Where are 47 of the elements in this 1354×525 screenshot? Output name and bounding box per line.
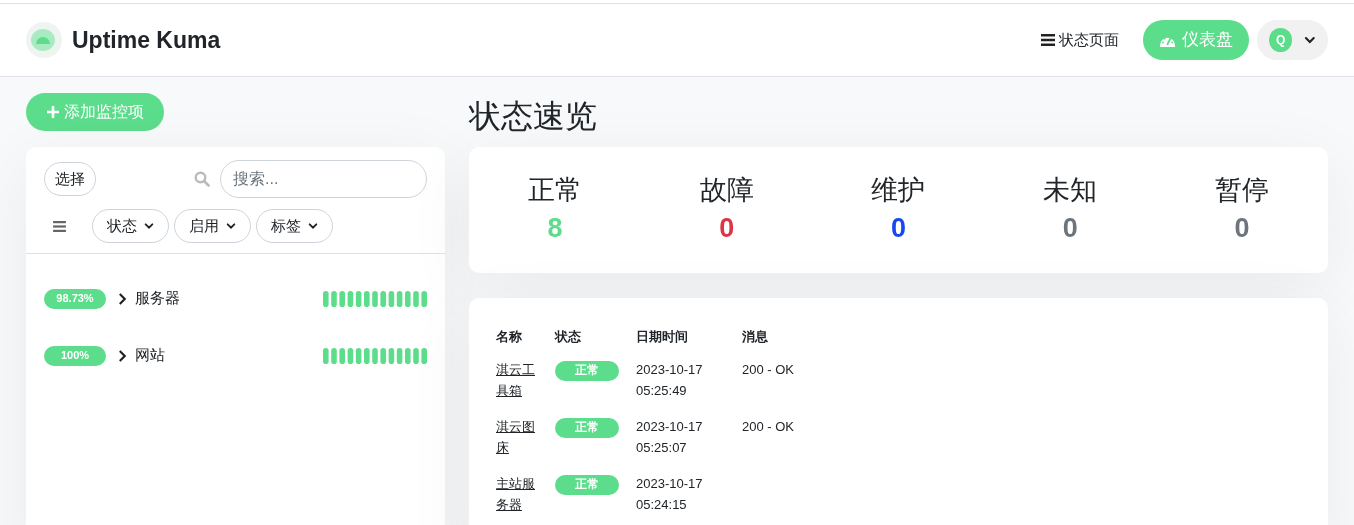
monitor-name: 网站 bbox=[135, 345, 165, 366]
stat-label: 故障 bbox=[699, 174, 754, 207]
datetime-text: 2023-10-17 05:25:49 bbox=[636, 361, 704, 400]
stat-label: 未知 bbox=[1043, 174, 1098, 207]
datetime-text: 2023-10-17 05:25:07 bbox=[636, 418, 704, 457]
brand-name: Uptime Kuma bbox=[72, 25, 221, 55]
chevron-down-icon bbox=[226, 221, 236, 231]
column-header: 日期时间 bbox=[636, 326, 742, 359]
status-page-link[interactable]: 状态页面 bbox=[1041, 28, 1119, 52]
status-badge: 正常 bbox=[555, 360, 619, 381]
message-text: 200 - OK bbox=[742, 419, 795, 434]
uptime-badge: 100% bbox=[44, 345, 106, 366]
chevron-down-icon bbox=[144, 221, 154, 231]
monitor-name: 服务器 bbox=[135, 288, 180, 309]
uptime-badge: 98.73% bbox=[44, 288, 106, 309]
chevron-down-icon bbox=[1304, 34, 1316, 46]
stat-count: 0 bbox=[1234, 212, 1250, 245]
monitor-item[interactable]: 100% 网站 bbox=[44, 327, 427, 384]
stat-count: 8 bbox=[547, 212, 563, 245]
chevron-right-icon bbox=[118, 291, 127, 306]
column-header: 名称 bbox=[496, 326, 555, 359]
chevron-down-icon bbox=[308, 221, 318, 231]
plus-icon bbox=[46, 105, 60, 119]
list-icon bbox=[1041, 34, 1055, 46]
stat-label: 维护 bbox=[871, 174, 926, 207]
status-badge: 正常 bbox=[555, 417, 619, 438]
page-title: 状态速览 bbox=[469, 97, 598, 136]
monitor-link[interactable]: 淇云图床 bbox=[496, 416, 541, 458]
stat-count: 0 bbox=[719, 212, 735, 245]
message-text: 200 - OK bbox=[742, 362, 795, 377]
monitor-link[interactable]: 淇云工具箱 bbox=[496, 359, 541, 401]
search-icon bbox=[194, 171, 210, 187]
logo-icon bbox=[26, 22, 62, 58]
list-icon bbox=[53, 220, 66, 232]
stat-count: 0 bbox=[890, 212, 906, 245]
stat-count: 0 bbox=[1062, 212, 1078, 245]
search-field[interactable]: 搜索... bbox=[220, 160, 427, 198]
status-badge: 正常 bbox=[555, 474, 619, 495]
stat-label: 正常 bbox=[527, 174, 582, 207]
monitor-link[interactable]: 主站服务器 bbox=[496, 473, 541, 515]
datetime-text: 2023-10-17 05:24:15 bbox=[636, 475, 704, 514]
monitor-item[interactable]: 98.73% 服务器 bbox=[44, 270, 427, 327]
column-header: 状态 bbox=[555, 328, 582, 346]
stat-label: 暂停 bbox=[1215, 174, 1270, 207]
column-header: 消息 bbox=[742, 328, 769, 346]
avatar: Q bbox=[1269, 28, 1293, 52]
chevron-right-icon bbox=[118, 348, 127, 363]
